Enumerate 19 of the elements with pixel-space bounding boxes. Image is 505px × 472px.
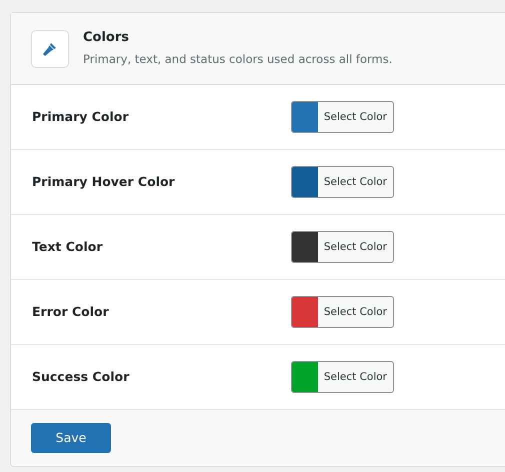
brush-icon — [31, 30, 69, 68]
select-color-label: Select Color — [322, 110, 388, 125]
field-label: Text Color — [32, 238, 104, 256]
field-label: Primary Color — [32, 108, 130, 126]
color-picker-button[interactable]: Select Color — [291, 361, 394, 393]
color-picker-button[interactable]: Select Color — [291, 296, 394, 328]
select-color-label: Select Color — [322, 175, 388, 190]
select-color-label: Select Color — [322, 305, 388, 320]
save-button[interactable]: Save — [31, 423, 111, 453]
select-color-label: Select Color — [322, 370, 388, 385]
field-label: Primary Hover Color — [32, 172, 176, 191]
color-picker-button[interactable]: Select Color — [291, 101, 394, 133]
color-picker-button[interactable]: Select Color — [291, 166, 394, 198]
field-label: Error Color — [32, 302, 110, 321]
select-color-label: Select Color — [322, 240, 388, 255]
field-label: Success Color — [32, 368, 130, 386]
section-title: Colors — [83, 30, 130, 46]
color-picker-button[interactable]: Select Color — [291, 231, 394, 263]
section-description: Primary, text, and status colors used across all forms. — [83, 51, 392, 67]
